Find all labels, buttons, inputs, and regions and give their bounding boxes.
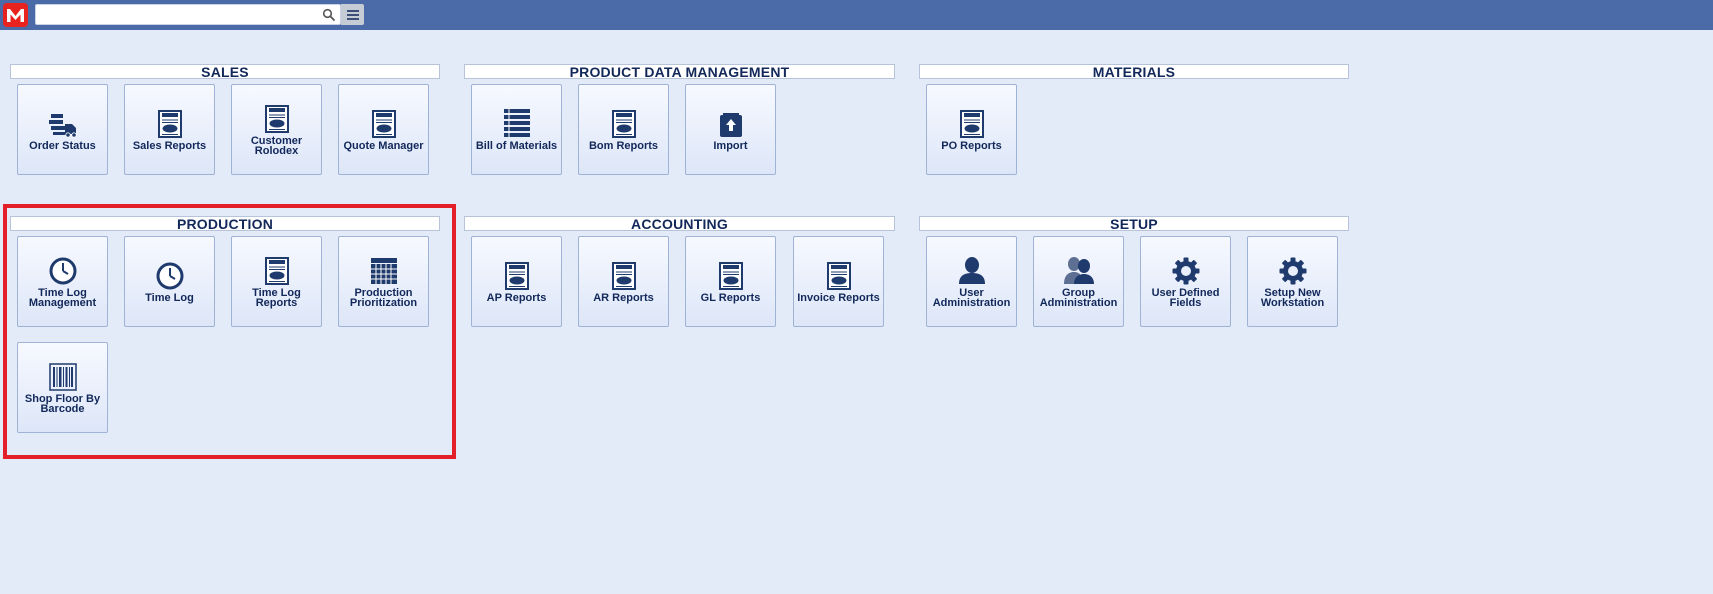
- search-icon[interactable]: [322, 8, 336, 22]
- gear-icon: [1172, 255, 1200, 285]
- truck-boxes-icon: [48, 108, 78, 138]
- highlight-box: [3, 204, 456, 459]
- tile-label: PO Reports: [941, 140, 1002, 152]
- search-input[interactable]: [36, 5, 328, 24]
- app-logo[interactable]: [3, 3, 28, 27]
- section-title: SETUP: [919, 216, 1349, 231]
- tile-quote-manager[interactable]: Quote Manager: [338, 84, 429, 175]
- tile-label: AR Reports: [593, 292, 654, 304]
- reports-icon: [826, 260, 852, 290]
- reports-icon: [504, 260, 530, 290]
- search-box[interactable]: [35, 4, 341, 25]
- reports-icon: [371, 108, 397, 138]
- tile-label: Quote Manager: [343, 140, 424, 152]
- tile-setup-new-workstation[interactable]: Setup New Workstation: [1247, 236, 1338, 327]
- tile-label: GL Reports: [700, 292, 761, 304]
- top-bar: [0, 0, 1713, 30]
- stacked-list-icon: [503, 108, 531, 138]
- tile-ap-reports[interactable]: AP Reports: [471, 236, 562, 327]
- reports-icon: [959, 108, 985, 138]
- tile-label: User Administration: [932, 287, 1011, 309]
- tile-bom-reports[interactable]: Bom Reports: [578, 84, 669, 175]
- tile-label: AP Reports: [486, 292, 547, 304]
- tile-user-defined-fields[interactable]: User Defined Fields: [1140, 236, 1231, 327]
- tile-invoice-reports[interactable]: Invoice Reports: [793, 236, 884, 327]
- tile-label: Order Status: [29, 140, 96, 152]
- tile-user-administration[interactable]: User Administration: [926, 236, 1017, 327]
- tile-label: Bom Reports: [588, 140, 659, 152]
- tile-label: Invoice Reports: [797, 292, 880, 304]
- tile-bill-of-materials[interactable]: Bill of Materials: [471, 84, 562, 175]
- section-title: SALES: [10, 64, 440, 79]
- tile-po-reports[interactable]: PO Reports: [926, 84, 1017, 175]
- reports-icon: [611, 260, 637, 290]
- hamburger-menu-icon: [346, 9, 359, 20]
- section-title: MATERIALS: [919, 64, 1349, 79]
- menu-button[interactable]: [341, 4, 364, 25]
- tile-order-status[interactable]: Order Status: [17, 84, 108, 175]
- reports-icon: [264, 103, 290, 133]
- tile-label: Sales Reports: [132, 140, 207, 152]
- import-icon: [719, 108, 743, 138]
- gear-icon: [1279, 255, 1307, 285]
- reports-icon: [611, 108, 637, 138]
- tile-label: Customer Rolodex: [250, 135, 303, 157]
- section-title: PRODUCT DATA MANAGEMENT: [464, 64, 895, 79]
- reports-icon: [157, 108, 183, 138]
- logo-m-icon: [7, 8, 24, 22]
- tile-group-administration[interactable]: Group Administration: [1033, 236, 1124, 327]
- tile-sales-reports[interactable]: Sales Reports: [124, 84, 215, 175]
- user-icon: [957, 255, 987, 285]
- tile-label: Bill of Materials: [475, 140, 558, 152]
- tile-label: User Defined Fields: [1151, 287, 1220, 309]
- group-icon: [1063, 255, 1095, 285]
- tile-label: Group Administration: [1039, 287, 1118, 309]
- reports-icon: [718, 260, 744, 290]
- tile-ar-reports[interactable]: AR Reports: [578, 236, 669, 327]
- tile-import[interactable]: Import: [685, 84, 776, 175]
- section-title: ACCOUNTING: [464, 216, 895, 231]
- tile-gl-reports[interactable]: GL Reports: [685, 236, 776, 327]
- tile-label: Setup New Workstation: [1260, 287, 1325, 309]
- tile-label: Import: [713, 140, 748, 152]
- tile-customer-rolodex[interactable]: Customer Rolodex: [231, 84, 322, 175]
